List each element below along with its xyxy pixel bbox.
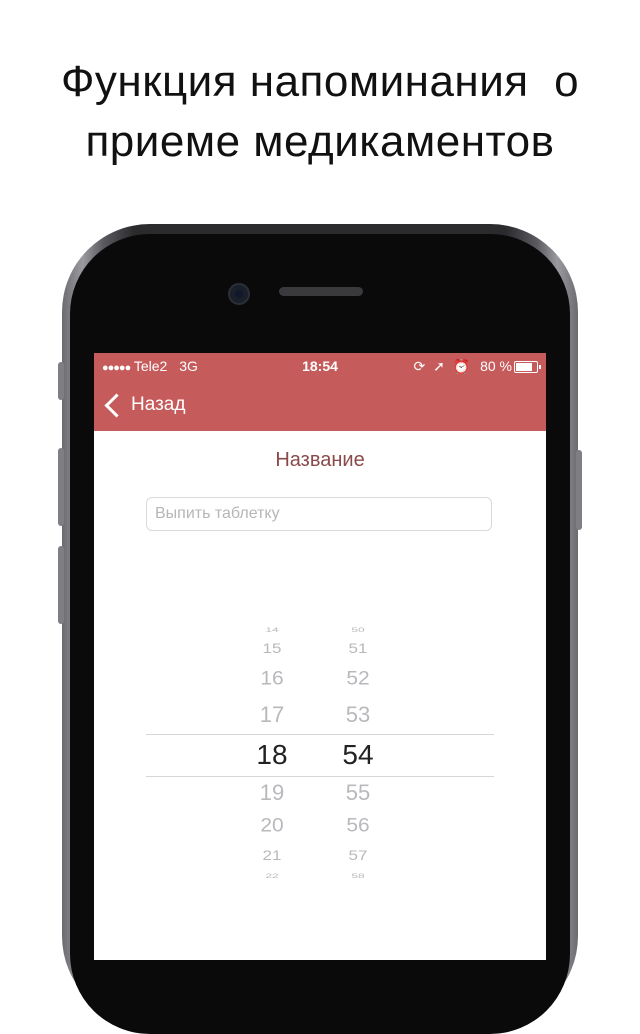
back-label: Назад xyxy=(131,394,186,415)
lock-rotation-icon: ⟳ xyxy=(413,358,426,374)
minute-option[interactable]: 55 xyxy=(328,780,388,806)
battery-icon xyxy=(514,361,541,373)
battery-percent: 80 % xyxy=(480,358,512,374)
chevron-left-icon xyxy=(104,392,129,418)
promo-headline: Функция напоминания о приеме медикаменто… xyxy=(0,52,640,172)
alarm-icon: ⏰ xyxy=(452,358,471,374)
hour-option[interactable]: 14 xyxy=(242,626,302,634)
status-right: ⟳ ➚ ⏰ 80 % xyxy=(414,353,513,379)
minute-option[interactable]: 53 xyxy=(328,702,388,728)
hour-option[interactable]: 16 xyxy=(242,668,302,690)
minute-option[interactable]: 51 xyxy=(328,641,388,657)
time-picker[interactable]: 14 15 16 17 18 19 20 21 22 50 51 52 53 54 55 56 57 58 xyxy=(146,623,494,885)
hour-option[interactable]: 15 xyxy=(242,641,302,657)
front-camera xyxy=(228,283,250,305)
minute-option[interactable]: 50 xyxy=(328,626,388,634)
headline-line-2: приеме медикаментов xyxy=(85,117,555,166)
form-title: Название xyxy=(275,449,365,471)
medication-name-input[interactable] xyxy=(146,497,492,531)
mute-switch xyxy=(58,362,64,400)
hour-option[interactable]: 18 xyxy=(242,739,302,771)
status-bar: ●●●●● Tele2 3G 18:54 ⟳ ➚ ⏰ 80 % xyxy=(94,353,546,379)
volume-up-button xyxy=(58,448,64,526)
volume-down-button xyxy=(58,546,64,624)
picker-selection-top-line xyxy=(146,734,494,735)
hour-option[interactable]: 20 xyxy=(242,815,302,837)
minute-option[interactable]: 56 xyxy=(328,815,388,837)
app-screen: ●●●●● Tele2 3G 18:54 ⟳ ➚ ⏰ 80 % Назад На… xyxy=(94,353,546,960)
minute-option[interactable]: 57 xyxy=(328,848,388,864)
location-arrow-icon: ➚ xyxy=(433,358,445,374)
minute-option[interactable]: 52 xyxy=(328,668,388,690)
navigation-bar: ●●●●● Tele2 3G 18:54 ⟳ ➚ ⏰ 80 % Назад xyxy=(94,353,546,431)
minute-option[interactable]: 58 xyxy=(328,872,388,880)
hour-option[interactable]: 19 xyxy=(242,780,302,806)
hour-option[interactable]: 22 xyxy=(242,872,302,880)
hour-option[interactable]: 21 xyxy=(242,848,302,864)
power-button xyxy=(576,450,582,530)
headline-line-1: Функция напоминания о xyxy=(60,57,580,106)
earpiece-speaker xyxy=(279,287,363,296)
minute-option[interactable]: 54 xyxy=(328,739,388,771)
back-button[interactable]: Назад xyxy=(102,389,185,421)
picker-selection-bottom-line xyxy=(146,776,494,777)
hour-option[interactable]: 17 xyxy=(242,702,302,728)
